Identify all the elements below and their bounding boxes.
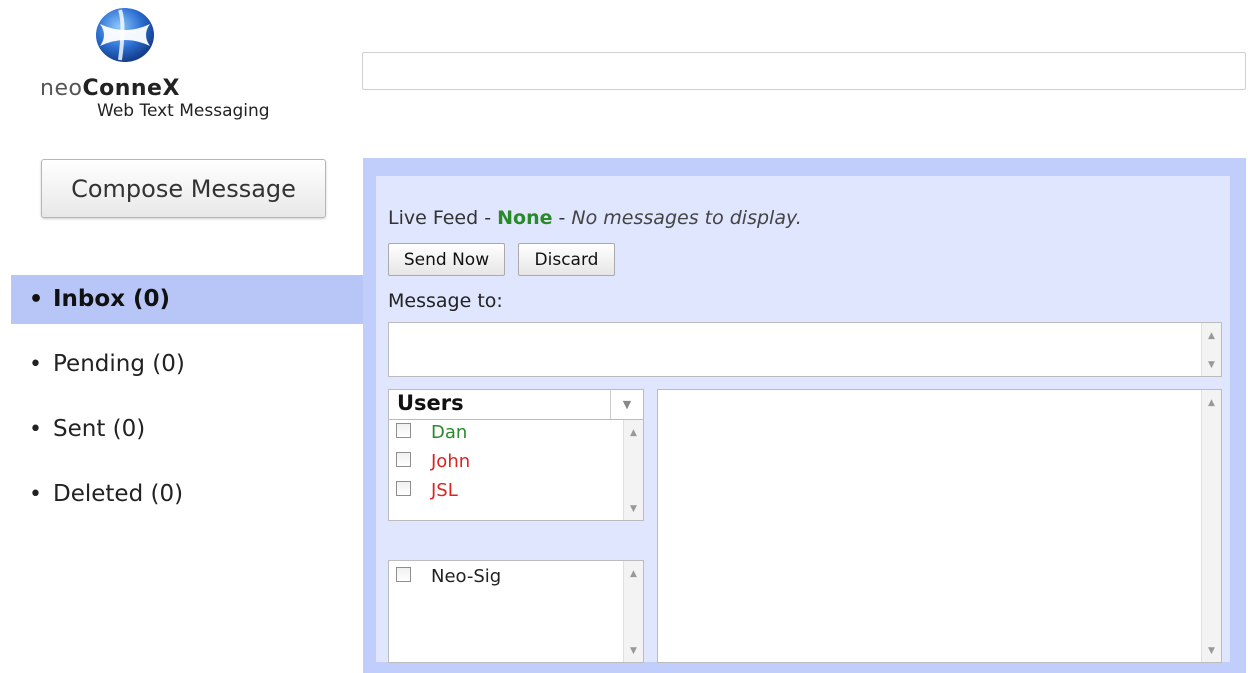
bullet-icon: • (29, 352, 42, 377)
user-checkbox[interactable] (396, 422, 411, 438)
bullet-icon: • (29, 417, 42, 442)
brand-prefix: neo (40, 76, 83, 101)
user-name: Dan (431, 422, 468, 443)
users-header-title: Users (397, 391, 464, 415)
chevron-down-icon[interactable]: ▼ (610, 390, 643, 419)
scroll-up-icon[interactable]: ▲ (1202, 398, 1221, 408)
nav-item-deleted[interactable]: • Deleted (0) (11, 470, 363, 519)
nav-item-pending[interactable]: • Pending (0) (11, 340, 363, 389)
list-item[interactable]: Neo-Sig (396, 566, 501, 594)
nav-item-inbox[interactable]: • Inbox (0) (11, 275, 363, 324)
groups-scrollbar[interactable]: ▲ ▼ (623, 561, 643, 662)
scroll-up-icon[interactable]: ▲ (624, 428, 643, 438)
send-now-button[interactable]: Send Now (388, 243, 505, 276)
nav-item-label: Pending (0) (53, 351, 185, 377)
discard-button[interactable]: Discard (518, 243, 615, 276)
compose-message-button[interactable]: Compose Message (41, 159, 326, 218)
message-to-field[interactable]: ▲ ▼ (388, 322, 1222, 377)
message-panel-inner: Live Feed - None - No messages to displa… (376, 176, 1230, 663)
brand-subtitle: Web Text Messaging (97, 101, 270, 121)
scroll-up-icon[interactable]: ▲ (1202, 331, 1221, 341)
message-to-label: Message to: (388, 290, 503, 312)
brand-main: ConneX (82, 76, 180, 101)
users-list-box: Users ▼ Dan John JSL ▲ ▼ (388, 389, 644, 521)
app-logo: neoConneX Web Text Messaging (40, 2, 330, 132)
group-name: Neo-Sig (431, 566, 502, 587)
user-checkbox[interactable] (396, 451, 411, 467)
live-feed-prefix: Live Feed - (388, 207, 498, 229)
scroll-down-icon[interactable]: ▼ (1202, 360, 1221, 370)
message-to-scrollbar[interactable]: ▲ ▼ (1201, 323, 1221, 376)
user-name: John (431, 451, 471, 472)
folder-nav: • Inbox (0) • Pending (0) • Sent (0) • Delet… (11, 275, 363, 535)
globe-logo-icon (96, 8, 154, 62)
group-checkbox[interactable] (396, 566, 411, 582)
scroll-down-icon[interactable]: ▼ (624, 504, 643, 514)
nav-item-label: Inbox (0) (53, 286, 171, 312)
bullet-icon: • (29, 287, 44, 312)
list-item[interactable]: JSL (396, 480, 458, 508)
message-body-scrollbar[interactable]: ▲ ▼ (1201, 390, 1221, 662)
user-checkbox[interactable] (396, 480, 411, 496)
bullet-icon: • (29, 482, 42, 507)
scroll-down-icon[interactable]: ▼ (1202, 646, 1221, 656)
list-item[interactable]: John (396, 451, 470, 479)
list-item[interactable]: Dan (396, 422, 467, 450)
live-feed-separator: - (552, 207, 572, 229)
top-input[interactable] (362, 52, 1246, 90)
live-feed-state: None (497, 207, 553, 229)
message-body-field[interactable]: ▲ ▼ (657, 389, 1222, 663)
users-scrollbar[interactable]: ▲ ▼ (623, 420, 643, 520)
live-feed-status: Live Feed - None - No messages to displa… (388, 207, 802, 229)
scroll-down-icon[interactable]: ▼ (624, 646, 643, 656)
scroll-up-icon[interactable]: ▲ (624, 569, 643, 579)
users-header[interactable]: Users ▼ (389, 390, 643, 420)
nav-item-sent[interactable]: • Sent (0) (11, 405, 363, 454)
live-feed-empty-text: No messages to display. (571, 207, 802, 229)
nav-item-label: Sent (0) (53, 416, 146, 442)
users-list: Dan John JSL ▲ ▼ (389, 420, 643, 520)
groups-list-box: Neo-Sig ▲ ▼ (388, 560, 644, 663)
user-name: JSL (431, 480, 458, 501)
brand-name: neoConneX (40, 76, 180, 101)
message-panel: Live Feed - None - No messages to displa… (363, 158, 1246, 673)
nav-item-label: Deleted (0) (53, 481, 184, 507)
